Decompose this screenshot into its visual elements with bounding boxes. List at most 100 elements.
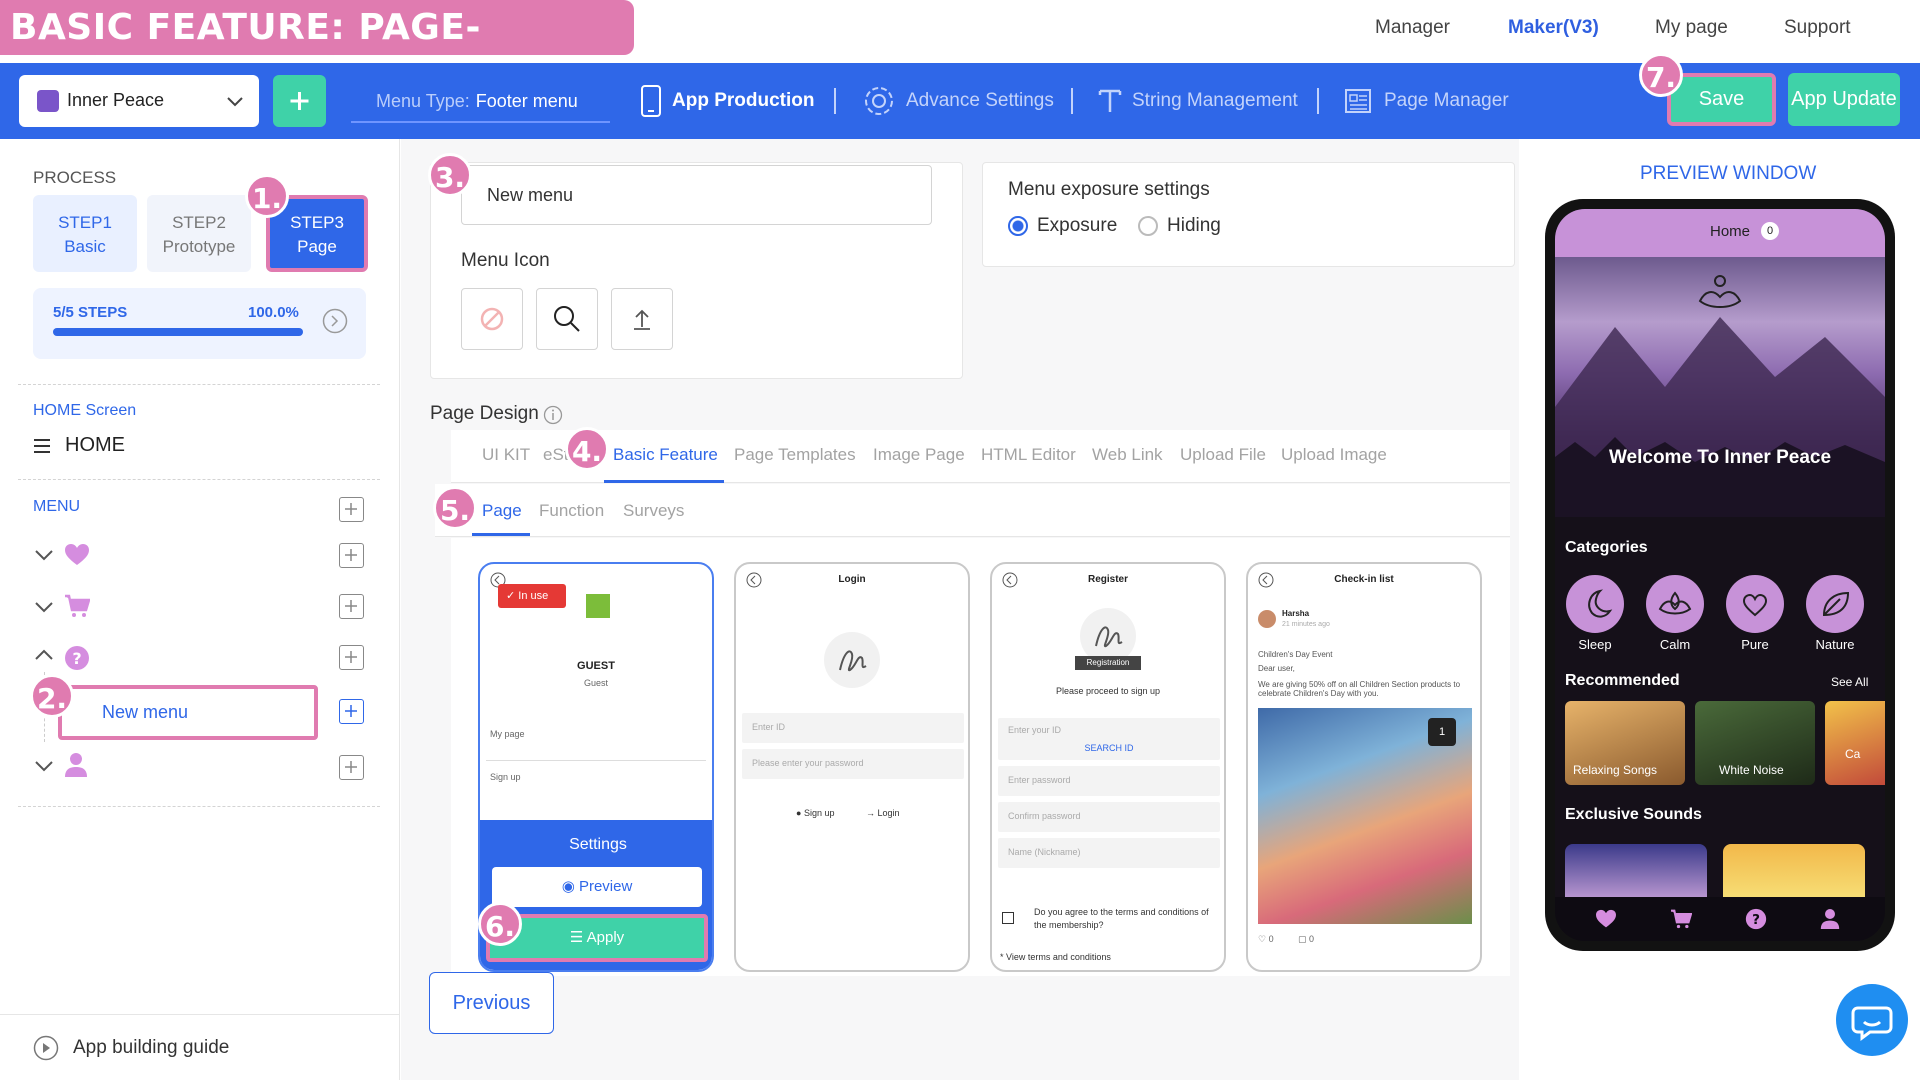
subtab-page[interactable]: Page [482,501,522,521]
post-comments: ▢ 0 [1298,934,1314,945]
tab-upload-image[interactable]: Upload Image [1281,445,1387,465]
chevron-down-icon[interactable] [33,544,55,566]
login-id-placeholder: Enter ID [752,722,786,732]
tabbar-cart-icon[interactable] [1670,909,1692,929]
new-menu-item[interactable]: New menu [58,685,318,740]
register-confirm-field: Confirm password [998,802,1220,832]
app-production-label: App Production [672,90,815,111]
rec-card-relaxing-label: Relaxing Songs [1573,763,1658,777]
registration-badge: Registration [1075,656,1141,670]
add-app-button[interactable] [273,75,326,127]
template-card-checkin[interactable]: Check-in list Harsha 21 minutes ago Chil… [1246,562,1482,972]
post-body: We are giving 50% off on all Children Se… [1258,680,1461,698]
add-submenu-button[interactable] [339,755,364,780]
tab-image-page[interactable]: Image Page [873,445,965,465]
search-icon [554,306,580,332]
post-likes: ♡ 0 [1258,934,1274,945]
info-icon[interactable] [543,405,563,425]
category-nature-label: Nature [1815,637,1855,652]
arrow-right-circle-icon[interactable] [322,308,348,334]
nav-support[interactable]: Support [1784,17,1851,39]
post-greeting: Dear user, [1258,664,1295,673]
in-use-label: In use [518,590,549,602]
hamburger-icon [34,438,50,453]
app-building-guide-label: App building guide [73,1037,230,1058]
heart-icon [64,543,90,567]
no-icon-button[interactable] [461,288,523,350]
advance-settings-button[interactable]: Advance Settings [862,85,1054,117]
menu-type-value: Footer menu [475,91,578,111]
page-manager-button[interactable]: Page Manager [1344,85,1509,117]
page-design-label: Page Design [430,403,539,424]
menu-name-input[interactable]: New menu [461,165,932,225]
step3-line2: Page [297,237,337,256]
category-calm[interactable]: Calm [1645,575,1705,652]
exclusive-card-2[interactable] [1723,844,1865,904]
nav-maker[interactable]: Maker(V3) [1508,17,1599,39]
step2-button[interactable]: STEP2 Prototype [147,195,251,272]
step1-button[interactable]: STEP1 Basic [33,195,137,272]
chevron-down-icon[interactable] [33,596,55,618]
home-badge: 0 [1761,222,1779,240]
tab-ui-kit[interactable]: UI KIT [482,445,530,465]
tab-basic-feature[interactable]: Basic Feature [613,445,718,465]
rec-card-relaxing[interactable]: Relaxing Songs [1565,701,1685,785]
check-icon: ✓ [506,590,519,602]
divider [18,479,380,480]
add-submenu-button[interactable] [339,699,364,724]
save-button[interactable]: Save [1667,73,1776,126]
template-card-login[interactable]: Login Enter ID Please enter your passwor… [734,562,970,972]
tab-html-editor[interactable]: HTML Editor [981,445,1076,465]
advance-settings-label: Advance Settings [906,90,1054,111]
subtab-function[interactable]: Function [539,501,604,521]
apply-icon: ☰ [569,929,587,946]
app-logo-icon [37,90,59,112]
rec-card-white-noise-label: White Noise [1719,763,1784,777]
tabbar-heart-icon[interactable] [1595,909,1617,929]
see-all-link[interactable]: See All [1831,675,1868,689]
rec-card-white-noise[interactable]: White Noise [1695,701,1815,785]
step2-line1: STEP2 [172,213,226,232]
add-submenu-button[interactable] [339,543,364,568]
previous-button[interactable]: Previous [429,972,554,1034]
chevron-up-icon[interactable] [33,644,55,666]
brand-logo-icon [586,594,610,618]
app-selector[interactable]: Inner Peace [19,75,259,127]
tabbar-question-icon[interactable]: ? [1745,908,1767,930]
add-submenu-button[interactable] [339,594,364,619]
category-sleep[interactable]: Sleep [1565,575,1625,652]
category-pure[interactable]: Pure [1725,575,1785,652]
step2-line2: Prototype [162,237,236,256]
phone-icon [641,85,661,117]
tab-page-templates[interactable]: Page Templates [734,445,856,465]
exclusive-card-1[interactable] [1565,844,1707,904]
search-icon-button[interactable] [536,288,598,350]
register-confirm-placeholder: Confirm password [1008,811,1081,821]
login-link-label: Login [877,808,900,818]
string-management-label: String Management [1132,90,1298,111]
upload-icon-button[interactable] [611,288,673,350]
register-note: Please proceed to sign up [1055,686,1161,696]
chat-button[interactable] [1836,984,1908,1056]
category-nature[interactable]: Nature [1805,575,1865,652]
string-management-button[interactable]: String Management [1098,85,1298,117]
home-item[interactable]: HOME [33,434,125,457]
hiding-radio[interactable] [1138,216,1158,236]
nav-manager[interactable]: Manager [1375,17,1450,39]
preview-button[interactable]: ◉ Preview [492,867,702,907]
app-update-button[interactable]: App Update [1788,73,1900,126]
rec-card-ca[interactable]: Ca [1825,701,1885,785]
subtab-surveys[interactable]: Surveys [623,501,684,521]
app-production-button[interactable]: App Production [640,85,814,117]
rec-card-ca-label: Ca [1845,747,1861,761]
tab-web-link[interactable]: Web Link [1092,445,1163,465]
chevron-down-icon[interactable] [33,755,55,777]
tab-upload-file[interactable]: Upload File [1180,445,1266,465]
exposure-radio[interactable] [1008,216,1028,236]
app-building-guide-link[interactable]: App building guide [33,1035,229,1061]
add-submenu-button[interactable] [339,645,364,670]
template-card-register[interactable]: Register Registration Please proceed to … [990,562,1226,972]
add-menu-button[interactable] [339,497,364,522]
nav-my-page[interactable]: My page [1655,17,1728,39]
tabbar-person-icon[interactable] [1820,908,1840,930]
